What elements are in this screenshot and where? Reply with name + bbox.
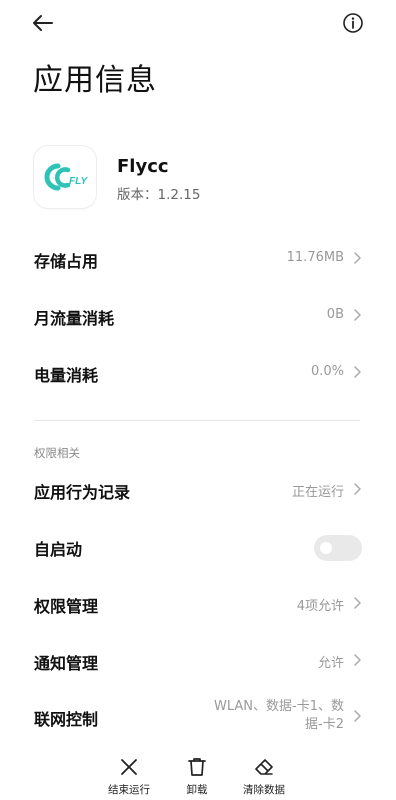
- info-circle-icon: [343, 13, 363, 33]
- chevron-right-icon: [354, 252, 361, 264]
- notification-manage-row[interactable]: 通知管理 允许: [34, 640, 362, 680]
- storage-value: 11.76MB: [286, 250, 344, 265]
- chevron-right-icon: [354, 654, 361, 666]
- toggle-knob: [320, 542, 332, 554]
- behavior-value: 正在运行: [291, 485, 344, 500]
- storage-label: 存储占用: [34, 252, 99, 271]
- eraser-icon: [255, 759, 273, 775]
- app-icon: FLY: [34, 146, 96, 208]
- behavior-row[interactable]: 应用行为记录 正在运行: [34, 469, 362, 509]
- network-control-row[interactable]: 联网控制 WLAN、数据-卡1、数 据-卡2: [34, 696, 362, 736]
- section-label-permissions: 权限相关: [34, 446, 80, 460]
- network-control-value: WLAN、数据-卡1、数 据-卡2: [184, 698, 344, 734]
- bottom-action-bar: 结束运行 卸载 清除数据: [0, 756, 396, 800]
- app-version: 版本：1.2.15: [117, 187, 201, 203]
- app-name: Flycc: [117, 156, 169, 177]
- network-control-value-line1: WLAN、数据-卡1、数: [214, 699, 344, 714]
- chevron-right-icon: [354, 710, 361, 722]
- traffic-row[interactable]: 月流量消耗 0B: [34, 295, 362, 335]
- autostart-label: 自启动: [34, 540, 83, 559]
- behavior-label: 应用行为记录: [34, 483, 131, 502]
- network-control-value-line2: 据-卡2: [305, 717, 344, 732]
- network-control-label: 联网控制: [34, 710, 99, 729]
- permission-manage-label: 权限管理: [34, 597, 99, 616]
- page-title: 应用信息: [33, 63, 157, 98]
- clear-data-label: 清除数据: [243, 784, 285, 796]
- notification-manage-value: 允许: [317, 656, 344, 671]
- trash-icon: [188, 758, 206, 776]
- notification-manage-label: 通知管理: [34, 654, 99, 673]
- section-divider: [34, 420, 360, 421]
- app-header: FLY Flycc 版本：1.2.15: [34, 146, 364, 210]
- clear-data-button[interactable]: 清除数据: [234, 756, 294, 797]
- storage-row[interactable]: 存储占用 11.76MB: [34, 238, 362, 278]
- back-button[interactable]: [30, 10, 56, 36]
- permission-manage-row[interactable]: 权限管理 4项允许: [34, 583, 362, 623]
- autostart-row: 自启动: [34, 526, 362, 566]
- uninstall-label: 卸载: [186, 784, 208, 796]
- flycc-logo-icon: FLY: [44, 163, 88, 191]
- traffic-value: 0B: [326, 307, 344, 322]
- chevron-right-icon: [354, 483, 361, 495]
- arrow-left-icon: [33, 15, 53, 31]
- battery-label: 电量消耗: [34, 366, 99, 385]
- chevron-right-icon: [354, 597, 361, 609]
- autostart-toggle[interactable]: [314, 535, 362, 561]
- close-x-icon: [121, 759, 137, 775]
- uninstall-button[interactable]: 卸载: [167, 756, 227, 797]
- battery-value: 0.0%: [310, 364, 344, 379]
- chevron-right-icon: [354, 366, 361, 378]
- force-stop-button[interactable]: 结束运行: [99, 756, 159, 797]
- info-button[interactable]: [342, 12, 364, 34]
- top-bar: [0, 0, 396, 46]
- battery-row[interactable]: 电量消耗 0.0%: [34, 352, 362, 392]
- svg-text:FLY: FLY: [69, 176, 88, 187]
- force-stop-label: 结束运行: [108, 784, 150, 796]
- traffic-label: 月流量消耗: [34, 309, 115, 328]
- chevron-right-icon: [354, 309, 361, 321]
- permission-manage-value: 4项允许: [296, 599, 344, 614]
